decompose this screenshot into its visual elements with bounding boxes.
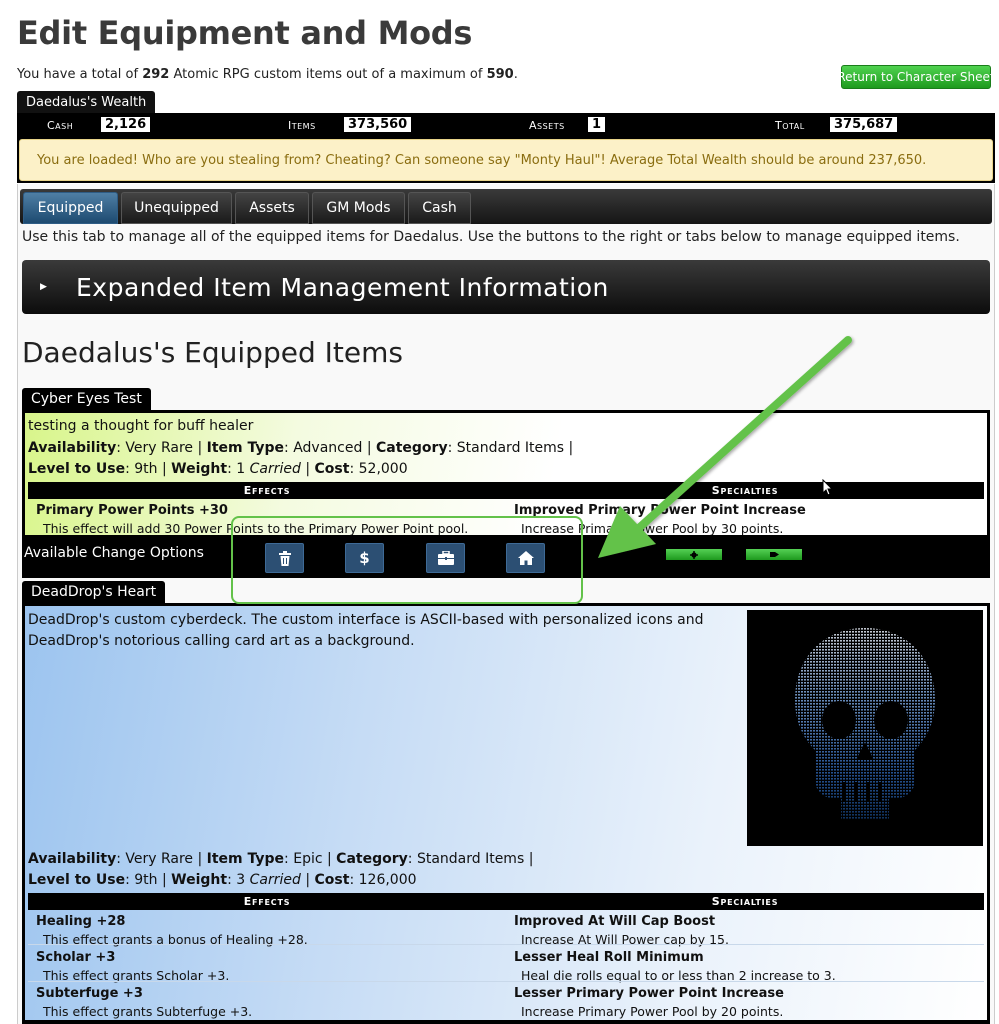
tab-unequipped[interactable]: Unequipped	[121, 192, 232, 224]
level-value: 9th	[134, 461, 158, 477]
effect-name: Subterfuge +3	[36, 986, 143, 1001]
count-max: 590	[486, 67, 514, 82]
count-suffix: .	[513, 67, 518, 82]
wealth-bar: Cash 2,126 Items 373,560 Assets 1 Total …	[17, 113, 995, 137]
separator: |	[300, 461, 315, 477]
level-label: Level to Use	[28, 461, 126, 477]
cash-label: Cash	[47, 119, 74, 132]
weight-label: Weight	[171, 461, 228, 477]
effect-name: Healing +28	[36, 914, 126, 929]
assets-value: 1	[588, 117, 606, 132]
weight-value: 3	[236, 872, 246, 888]
weight-label: Weight	[171, 872, 228, 888]
cost-value: 52,000	[358, 461, 408, 477]
count-prefix: You have a total of	[17, 67, 143, 82]
caret-right-icon: ▶	[40, 282, 47, 292]
category-value: Standard Items	[416, 851, 525, 867]
cost-label: Cost	[314, 872, 350, 888]
item-image-skull-ascii	[747, 610, 983, 846]
return-to-character-sheet-button[interactable]: Return to Character Sheet	[837, 65, 995, 89]
cash-value: 2,126	[101, 117, 151, 132]
items-value: 373,560	[344, 117, 412, 132]
wealth-tab: Daedalus's Wealth	[17, 91, 156, 114]
annotation-arrow-icon	[598, 336, 852, 558]
item-type-value: Epic	[293, 851, 323, 867]
specialty-name: Lesser Heal Roll Minimum	[514, 950, 704, 965]
specialties-header: Specialties	[506, 893, 984, 910]
separator: |	[362, 440, 376, 456]
page-title: Edit Equipment and Mods	[17, 14, 473, 52]
tab-gm-mods[interactable]: GM Mods	[312, 192, 405, 224]
category-label: Category	[376, 440, 448, 456]
count-middle: Atomic RPG custom items out of a maximum…	[169, 67, 487, 82]
item-type-label: Item Type	[206, 851, 285, 867]
level-value: 9th	[134, 872, 158, 888]
effects-header: Effects	[28, 482, 506, 499]
separator: |	[157, 461, 172, 477]
assets-label: Assets	[529, 119, 565, 132]
availability-label: Availability	[28, 440, 117, 456]
item-type-label: Item Type	[206, 440, 285, 456]
availability-value: Very Rare	[125, 440, 194, 456]
row-divider	[28, 944, 984, 945]
skull-art	[795, 628, 935, 820]
options-bar-edge	[25, 1020, 987, 1024]
cost-value: 126,000	[358, 872, 417, 888]
availability-value: Very Rare	[125, 851, 194, 867]
change-options-label: Available Change Options	[24, 545, 204, 561]
effect-name: Scholar +3	[36, 950, 116, 965]
item-description: testing a thought for buff healer	[28, 418, 254, 434]
separator: |	[193, 440, 207, 456]
item-type-value: Advanced	[293, 440, 363, 456]
annotation-highlight-box	[231, 516, 583, 604]
specialty-name: Improved At Will Cap Boost	[514, 914, 716, 929]
count-current: 292	[142, 67, 170, 82]
item-description-line-2: DeadDrop's notorious calling card art as…	[28, 633, 415, 649]
total-label: Total	[775, 119, 805, 132]
tab-equipped[interactable]: Equipped	[23, 192, 118, 224]
availability-label: Availability	[28, 851, 117, 867]
item-attributes: Availability: Very Rare | Item Type: Epi…	[28, 851, 534, 867]
separator: |	[322, 851, 337, 867]
total-value: 375,687	[830, 117, 898, 132]
separator: |	[300, 872, 315, 888]
level-label: Level to Use	[28, 872, 126, 888]
effects-header: Effects	[28, 893, 506, 910]
specialty-description: Increase Primary Power Pool by 20 points…	[521, 1004, 784, 1019]
item-level-weight-cost: Level to Use: 9th | Weight: 1 Carried | …	[28, 461, 408, 477]
mouse-cursor-icon	[822, 479, 834, 496]
item-level-weight-cost: Level to Use: 9th | Weight: 3 Carried | …	[28, 872, 417, 888]
items-label: Items	[288, 119, 316, 132]
expand-section-label: Expanded Item Management Information	[76, 272, 609, 302]
specialty-name: Lesser Primary Power Point Increase	[514, 986, 784, 1001]
cost-label: Cost	[314, 461, 350, 477]
effect-description: This effect grants Subterfuge +3.	[43, 1004, 253, 1019]
row-divider	[28, 981, 984, 982]
tab-assets[interactable]: Assets	[235, 192, 309, 224]
separator: |	[157, 872, 172, 888]
expanded-item-management-toggle[interactable]: ▶ Expanded Item Management Information	[22, 260, 990, 314]
item-attributes: Availability: Very Rare | Item Type: Adv…	[28, 440, 574, 456]
item-tab-cyber-eyes: Cyber Eyes Test	[22, 388, 151, 410]
tab-description: Use this tab to manage all of the equipp…	[22, 229, 960, 245]
separator: |	[193, 851, 207, 867]
effect-name: Primary Power Points +30	[36, 503, 228, 518]
carried-label: Carried	[249, 872, 301, 888]
item-tab-deaddrop: DeadDrop's Heart	[22, 581, 166, 603]
wealth-alert: You are loaded! Who are you stealing fro…	[19, 139, 993, 181]
tab-cash[interactable]: Cash	[408, 192, 471, 224]
category-label: Category	[336, 851, 408, 867]
weight-value: 1	[236, 461, 246, 477]
category-value: Standard Items	[456, 440, 565, 456]
equipped-items-title: Daedalus's Equipped Items	[22, 336, 403, 369]
carried-label: Carried	[249, 461, 301, 477]
item-count-line: You have a total of 292 Atomic RPG custo…	[17, 67, 518, 82]
item-description-line-1: DeadDrop's custom cyberdeck. The custom …	[28, 612, 704, 628]
